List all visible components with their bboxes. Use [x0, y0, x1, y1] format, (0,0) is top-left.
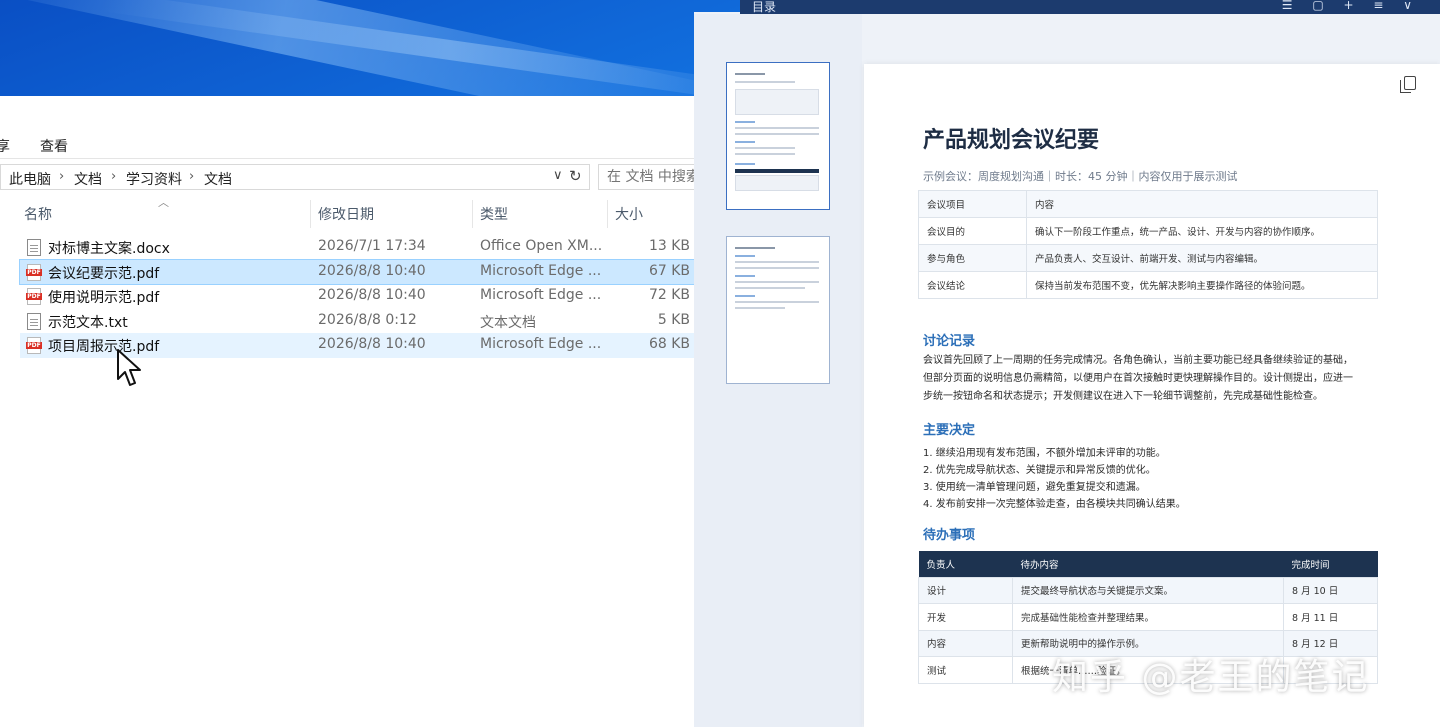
column-header-size[interactable]: 大小: [615, 204, 643, 224]
list-item: 3. 使用统一清单管理问题，避免重复提交和遗漏。: [923, 482, 1146, 493]
list-item: 1. 继续沿用现有发布范围，不额外增加未评审的功能。: [923, 448, 1166, 459]
section-heading-decisions: 主要决定: [923, 423, 976, 438]
file-date: 2026/8/8 0:12: [318, 311, 417, 328]
column-header-date[interactable]: 修改日期: [318, 204, 374, 224]
breadcrumb-documents[interactable]: 文档: [74, 169, 102, 189]
file-type: 文本文档: [480, 314, 536, 331]
file-type: Microsoft Edge ...: [480, 287, 602, 303]
file-type: Microsoft Edge ...: [480, 262, 602, 279]
file-type: Office Open XM...: [480, 238, 603, 254]
file-row[interactable]: PDF 使用说明示范.pdf 2026/8/8 10:40 Microsoft …: [20, 284, 700, 309]
file-date: 2026/8/8 10:40: [318, 336, 426, 352]
list-item: 2. 优先完成导航状态、关键提示和异常反馈的优化。: [923, 465, 1156, 476]
address-row: 此电脑 › 文档 › 学习资料 › 文档 ∨ ↻: [0, 164, 700, 194]
file-name: 对标博主文案.docx: [48, 241, 170, 257]
pdf-page: 产品规划会议纪要 示例会议：周度规划沟通｜时长：45 分钟｜内容仅用于展示测试 …: [864, 64, 1440, 727]
pdf-file-icon: PDF: [26, 263, 42, 281]
ribbon: 享 查看: [0, 96, 700, 160]
file-list: 对标博主文案.docx 2026/7/1 17:34 Office Open X…: [19, 235, 701, 358]
table-row: 会议结论 保持当前发布范围不变，优先解决影响主要操作路径的体验问题。: [918, 271, 1378, 299]
txt-file-icon: [27, 312, 41, 330]
file-name: 示范文本.txt: [48, 314, 128, 331]
mouse-cursor-icon: [117, 349, 141, 386]
document-title: 产品规划会议纪要: [923, 128, 1100, 153]
breadcrumb-chevron-icon[interactable]: ›: [111, 169, 116, 184]
table-header-row: 负责人 待办内容 完成时间: [918, 551, 1378, 577]
table-row: 开发 完成基础性能检查并整理结果。 8 月 11 日: [918, 603, 1378, 631]
ribbon-tab-share[interactable]: 享: [0, 136, 10, 156]
doc-file-icon: [27, 239, 41, 256]
search-box[interactable]: [598, 164, 700, 190]
search-input[interactable]: [599, 165, 699, 189]
file-date: 2026/8/8 10:40: [318, 262, 426, 279]
breadcrumb-study-materials[interactable]: 学习资料: [126, 169, 182, 189]
page-thumbnail-2[interactable]: [726, 236, 830, 384]
file-size: 68 KB: [648, 336, 690, 352]
table-row: 参与角色 产品负责人、交互设计、前端开发、测试与内容编辑。: [918, 244, 1378, 272]
section-heading-todos: 待办事项: [923, 528, 976, 543]
pdf-file-icon: PDF: [26, 288, 42, 305]
file-type: Microsoft Edge ...: [480, 336, 602, 352]
chevron-down-icon[interactable]: ∨: [553, 168, 563, 183]
page-thumbnail-1[interactable]: [726, 62, 830, 210]
file-size: 5 KB: [657, 311, 690, 328]
list-item: 4. 发布前安排一次完整体验走查，由各模块共同确认结果。: [923, 499, 1186, 510]
table-row: 设计 提交最终导航状态与关键提示文案。 8 月 10 日: [918, 576, 1378, 604]
copy-icon[interactable]: [1400, 76, 1416, 93]
toc-label[interactable]: 目录: [752, 0, 776, 15]
column-header-name[interactable]: 名称: [24, 204, 52, 224]
file-date: 2026/7/1 17:34: [318, 238, 426, 254]
breadcrumb-chevron-icon[interactable]: ›: [59, 169, 64, 184]
breadcrumb-chevron-icon[interactable]: ›: [189, 169, 194, 184]
file-row-selected[interactable]: PDF 会议纪要示范.pdf 2026/8/8 10:40 Microsoft …: [19, 258, 701, 285]
file-size: 67 KB: [648, 262, 690, 279]
file-name: 会议纪要示范.pdf: [48, 265, 160, 282]
toolbar-icons[interactable]: ☰ ▢ + ≡ ∨: [1282, 0, 1420, 12]
file-size: 72 KB: [648, 287, 690, 303]
breadcrumb-documents-current[interactable]: 文档: [204, 169, 232, 189]
table-row: 会议项目 内容: [918, 190, 1378, 218]
file-row[interactable]: 对标博主文案.docx 2026/7/1 17:34 Office Open X…: [20, 235, 700, 260]
file-size: 13 KB: [648, 238, 690, 254]
watermark: 知乎 @老王的笔记: [1052, 657, 1370, 698]
refresh-icon[interactable]: ↻: [569, 167, 582, 185]
meeting-info-table: 会议项目 内容 会议目的 确认下一阶段工作重点，统一产品、设计、开发与内容的协作顺序…: [918, 190, 1378, 299]
document-subtitle: 示例会议：周度规划沟通｜时长：45 分钟｜内容仅用于展示测试: [923, 170, 1238, 183]
file-explorer-window: 享 查看 此电脑 › 文档 › 学习资料 › 文档 ∨ ↻ ︿ 名称 修改日期 …: [0, 96, 701, 727]
address-bar[interactable]: 此电脑 › 文档 › 学习资料 › 文档 ∨ ↻: [0, 164, 590, 190]
sort-ascending-icon: ︿: [158, 196, 169, 209]
column-header-type[interactable]: 类型: [480, 204, 508, 224]
pdf-viewer-window: 目录 ☰ ▢ + ≡ ∨ 产品规划会议纪要 示例会议：周度规划沟通｜时长：45 …: [694, 0, 1440, 727]
file-name: 使用说明示范.pdf: [48, 290, 160, 306]
table-row: 会议目的 确认下一阶段工作重点，统一产品、设计、开发与内容的协作顺序。: [918, 217, 1378, 245]
discussion-paragraph: 会议首先回顾了上一周期的任务完成情况。各角色确认，当前主要功能已经具备继续验证的…: [923, 355, 1353, 402]
ribbon-tab-view[interactable]: 查看: [40, 136, 68, 156]
file-date: 2026/8/8 10:40: [318, 287, 426, 303]
breadcrumb-this-pc[interactable]: 此电脑: [9, 169, 51, 189]
pdf-file-icon: PDF: [26, 337, 42, 354]
thumbnail-pane: [694, 14, 862, 727]
section-heading-discussion: 讨论记录: [923, 334, 976, 349]
file-row[interactable]: 示范文本.txt 2026/8/8 0:12 文本文档 5 KB: [20, 309, 700, 334]
